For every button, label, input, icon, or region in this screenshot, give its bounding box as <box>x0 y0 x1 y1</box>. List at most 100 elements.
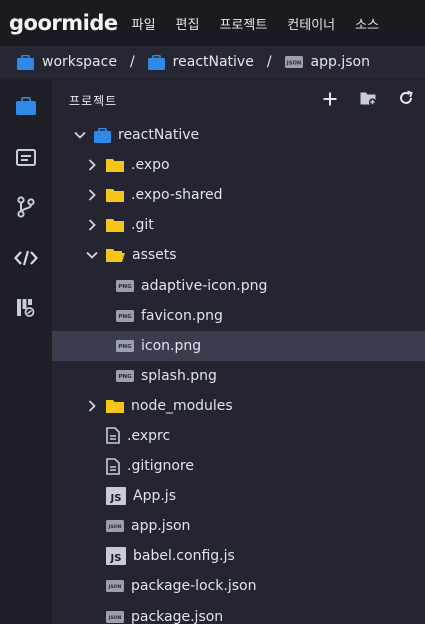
menu-edit[interactable]: 편집 <box>176 14 200 33</box>
tree-file-row[interactable]: PNG icon.png <box>52 330 425 361</box>
chevron-right-icon[interactable] <box>84 398 100 414</box>
new-file-button[interactable] <box>311 85 349 115</box>
png-icon-text: PNG <box>118 374 132 380</box>
js-file-icon: JS <box>106 547 126 566</box>
tree-file-row[interactable]: JSON package.json <box>52 602 425 624</box>
tree-folder-row[interactable]: .expo <box>52 150 425 180</box>
tree-folder-row[interactable]: reactNative <box>52 120 425 150</box>
json-icon-text: JSON <box>285 60 300 66</box>
tree-item-label: .expo <box>131 157 170 174</box>
tree-item-label: .expo-shared <box>131 187 223 204</box>
tree-item-label: .gitignore <box>127 458 194 475</box>
activity-extensions[interactable] <box>0 286 52 330</box>
tree-folder-row[interactable]: .git <box>52 210 425 240</box>
tree-item-label: package-lock.json <box>131 578 257 595</box>
tree-file-row[interactable]: PNG adaptive-icon.png <box>52 270 425 300</box>
breadcrumb-label: app.json <box>310 54 370 70</box>
tree-item-label: babel.config.js <box>133 548 235 565</box>
chevron-right-icon[interactable] <box>84 217 100 233</box>
tree-file-row[interactable]: .exprc <box>52 421 425 451</box>
tree-file-row[interactable]: .gitignore <box>52 451 425 481</box>
tree-item-label: favicon.png <box>141 307 223 324</box>
project-folder-icon <box>17 54 34 70</box>
js-icon-text: JS <box>110 493 122 504</box>
breadcrumb-item-workspace[interactable]: workspace <box>17 54 117 70</box>
breadcrumb-item-app-json[interactable]: JSON app.json <box>284 54 370 70</box>
goormide-logo[interactable]: goormide <box>9 11 118 35</box>
png-file-icon: PNG <box>116 309 134 322</box>
tree-item-label: .exprc <box>127 427 171 444</box>
activity-source-control[interactable] <box>0 185 52 229</box>
menu-container[interactable]: 컨테이너 <box>287 14 335 33</box>
tree-item-label: reactNative <box>118 127 200 144</box>
tree-file-row[interactable]: JS App.js <box>52 481 425 511</box>
chevron-right-icon[interactable] <box>84 157 100 173</box>
refresh-button[interactable] <box>387 85 425 115</box>
js-file-icon: JS <box>106 487 126 506</box>
file-tree: reactNative .expo .expo-shared .git assets PN… <box>52 120 425 624</box>
tree-item-label: package.json <box>131 608 224 624</box>
png-file-icon: PNG <box>116 369 134 382</box>
json-icon-text: JSON <box>108 585 122 591</box>
png-file-icon: PNG <box>116 279 134 292</box>
briefcase-icon <box>16 97 36 115</box>
open-folder-icon <box>106 248 125 263</box>
breadcrumb-separator: / <box>266 54 272 70</box>
code-brackets-icon <box>14 250 38 266</box>
menu-project[interactable]: 프로젝트 <box>219 14 267 33</box>
plus-icon <box>323 91 337 110</box>
tree-item-label: app.json <box>131 518 191 535</box>
breadcrumb-label: workspace <box>42 54 117 70</box>
tree-item-label: .git <box>131 217 154 234</box>
tree-folder-row[interactable]: assets <box>52 240 425 270</box>
breadcrumb: workspace / reactNative / JSON app.json <box>0 46 425 78</box>
explorer-header: 프로젝트 <box>52 80 425 120</box>
png-icon-text: PNG <box>118 284 132 290</box>
project-folder-icon <box>94 127 111 143</box>
explorer-title: 프로젝트 <box>69 93 118 108</box>
json-file-icon: JSON <box>106 580 124 593</box>
tree-file-row[interactable]: JS babel.config.js <box>52 541 425 571</box>
git-branch-icon <box>17 196 35 218</box>
activity-project-explorer[interactable] <box>0 84 52 128</box>
json-file-icon: JSON <box>106 610 124 623</box>
tree-file-row[interactable]: PNG favicon.png <box>52 301 425 331</box>
chevron-right-icon[interactable] <box>84 187 100 203</box>
breadcrumb-label: reactNative <box>172 54 254 70</box>
json-file-icon: JSON <box>284 56 303 68</box>
activity-outline[interactable] <box>0 135 52 179</box>
explorer-actions <box>311 80 425 120</box>
list-panel-icon <box>16 148 36 166</box>
chevron-down-icon[interactable] <box>84 247 100 263</box>
tree-folder-row[interactable]: .expo-shared <box>52 180 425 210</box>
tree-file-row[interactable]: JSON package-lock.json <box>52 571 425 601</box>
new-folder-button[interactable] <box>349 85 387 115</box>
menubar: goormide 파일 편집 프로젝트 컨테이너 소스 <box>0 0 425 46</box>
breadcrumb-separator: / <box>129 54 135 70</box>
tree-item-label: assets <box>132 247 177 264</box>
text-file-icon <box>106 457 120 475</box>
png-icon-text: PNG <box>118 314 132 320</box>
breadcrumb-item-reactnative[interactable]: reactNative <box>147 54 254 70</box>
tree-folder-row[interactable]: node_modules <box>52 391 425 421</box>
tree-item-label: splash.png <box>141 367 217 384</box>
folder-icon <box>106 158 124 173</box>
tree-item-label: node_modules <box>131 397 233 414</box>
tree-file-row[interactable]: JSON app.json <box>52 511 425 541</box>
png-file-icon: PNG <box>116 339 134 352</box>
folder-icon <box>106 218 124 233</box>
png-icon-text: PNG <box>118 344 132 350</box>
json-icon-text: JSON <box>108 615 122 621</box>
tree-file-row[interactable]: PNG splash.png <box>52 361 425 391</box>
activity-code[interactable] <box>0 236 52 280</box>
refresh-icon <box>398 90 414 110</box>
menu-file[interactable]: 파일 <box>132 14 156 33</box>
menu-source[interactable]: 소스 <box>355 14 379 33</box>
chevron-down-icon[interactable] <box>72 127 88 143</box>
blocks-icon <box>16 298 36 318</box>
